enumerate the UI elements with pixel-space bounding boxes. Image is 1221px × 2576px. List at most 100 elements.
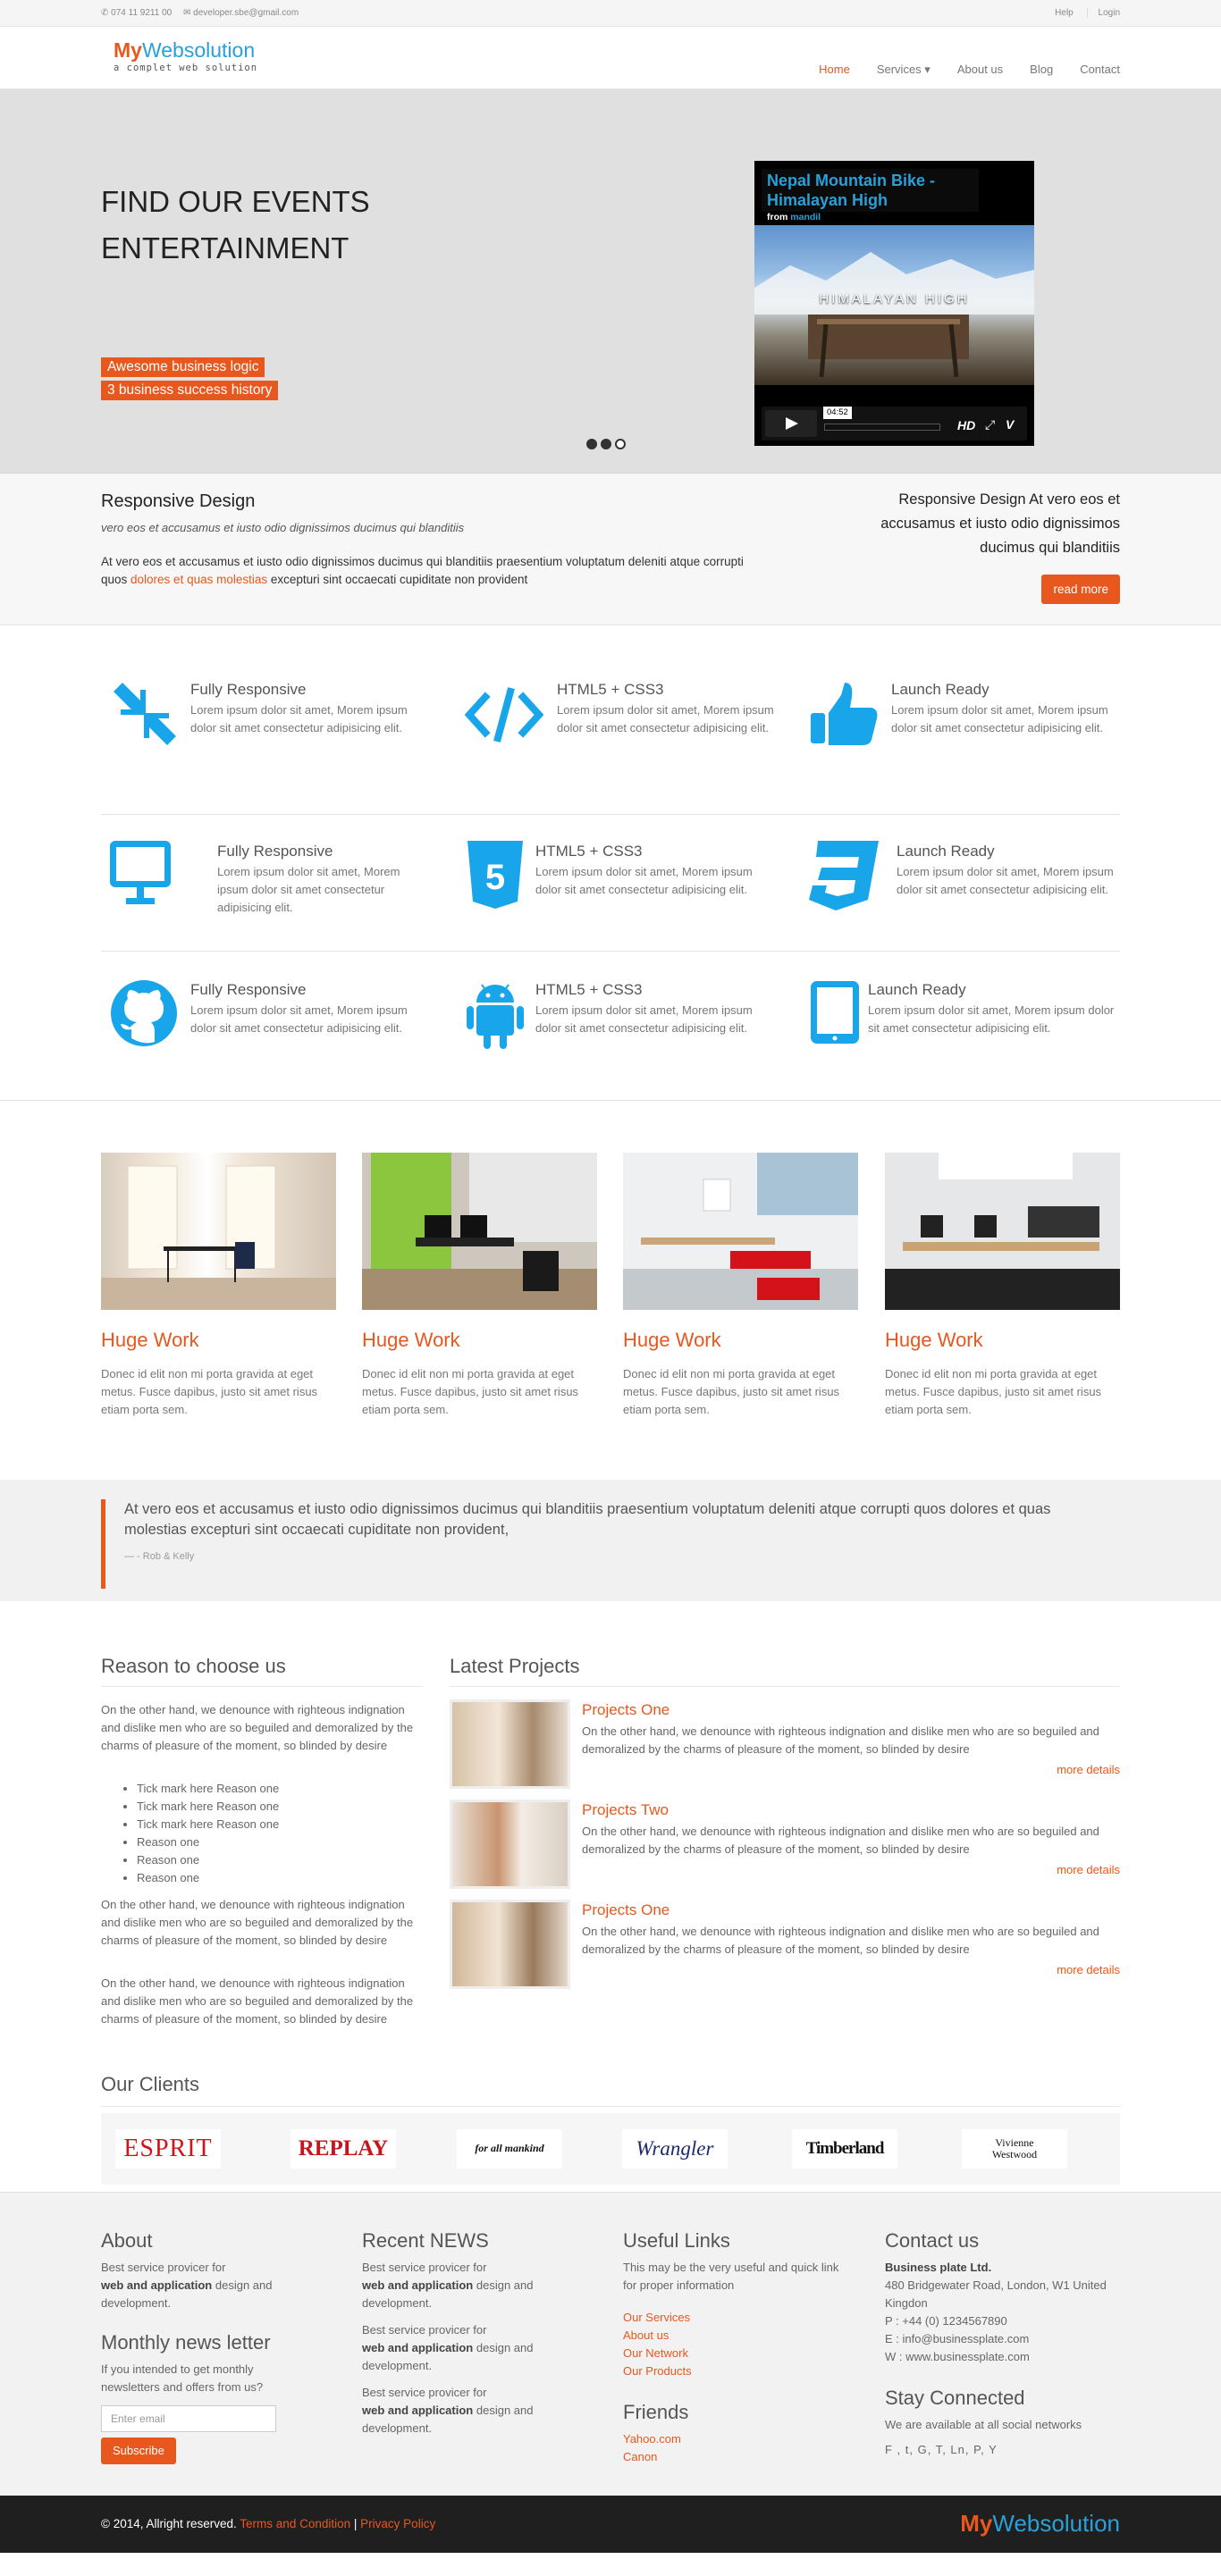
news-item[interactable]: Best service provicer for web and applica… bbox=[362, 2384, 568, 2438]
more-details-link[interactable]: more details bbox=[1057, 1862, 1120, 1879]
more-details-link[interactable]: more details bbox=[1057, 1762, 1120, 1779]
contact-title: Contact us bbox=[885, 2229, 980, 2252]
project-image[interactable] bbox=[450, 1900, 570, 1989]
footer-link-services[interactable]: Our Services bbox=[623, 2309, 846, 2327]
help-link[interactable]: Help bbox=[1044, 8, 1074, 18]
project-text: On the other hand, we denounce with righ… bbox=[582, 1925, 1099, 1956]
client-logo-replay[interactable]: REPLAY bbox=[291, 2129, 396, 2169]
footer-about-bold: web and application bbox=[101, 2278, 213, 2292]
video-title[interactable]: Nepal Mountain Bike - Himalayan High bbox=[762, 169, 979, 212]
site-logo[interactable]: MyWebsolution a complet web solution bbox=[101, 27, 257, 89]
quote-text: At vero eos et accusamus et iusto odio d… bbox=[124, 1501, 1051, 1538]
news-bold: web and application bbox=[362, 2403, 474, 2417]
main-navbar: MyWebsolution a complet web solution Hom… bbox=[0, 27, 1221, 89]
logo-brand: Websolution bbox=[141, 38, 256, 62]
work-title[interactable]: Huge Work bbox=[885, 1326, 1120, 1355]
phone-number: 074 11 9211 00 bbox=[111, 7, 173, 18]
project-title[interactable]: Projects One bbox=[582, 1699, 669, 1722]
video-progress-bar[interactable] bbox=[824, 424, 940, 431]
reason-paragraph: On the other hand, we denounce with righ… bbox=[101, 1976, 414, 2026]
footer: About Best service provicer for web and a… bbox=[0, 2192, 1221, 2496]
work-image[interactable] bbox=[101, 1153, 336, 1310]
work-card[interactable]: Huge Work Donec id elit non mi porta gra… bbox=[101, 1153, 336, 1419]
subscribe-button[interactable]: Subscribe bbox=[101, 2437, 176, 2464]
hd-toggle[interactable]: HD bbox=[957, 416, 975, 434]
logo-tagline: a complet web solution bbox=[114, 63, 258, 73]
work-title[interactable]: Huge Work bbox=[623, 1326, 858, 1355]
footer-links: Useful Links This may be the very useful… bbox=[623, 2227, 846, 2466]
nav-blog[interactable]: Blog bbox=[1030, 62, 1053, 79]
client-name: Timberland bbox=[805, 2139, 885, 2159]
footer-link-about[interactable]: About us bbox=[623, 2327, 846, 2345]
slider-dot-1[interactable] bbox=[586, 439, 597, 449]
news-item[interactable]: Best service provicer for web and applica… bbox=[362, 2259, 568, 2312]
client-name: REPLAY bbox=[298, 2135, 389, 2161]
footer-link-network[interactable]: Our Network bbox=[623, 2345, 846, 2362]
nav-about[interactable]: About us bbox=[957, 62, 1003, 79]
slider-dot-3[interactable] bbox=[615, 439, 626, 449]
project-image[interactable] bbox=[450, 1800, 570, 1889]
email-address[interactable]: developer.sbe@gmail.com bbox=[193, 8, 299, 18]
clients-section: Our Clients ESPRIT REPLAY for all mankin… bbox=[0, 2070, 1221, 2192]
contact-web[interactable]: W : www.businessplate.com bbox=[885, 2350, 1030, 2363]
work-card[interactable]: Huge Work Donec id elit non mi porta gra… bbox=[623, 1153, 858, 1419]
footer-logo[interactable]: MyWebsolution bbox=[960, 2507, 1120, 2541]
more-details-link[interactable]: more details bbox=[1057, 1962, 1120, 1979]
read-more-button[interactable]: read more bbox=[1041, 575, 1120, 604]
work-title[interactable]: Huge Work bbox=[101, 1326, 336, 1355]
work-image[interactable] bbox=[623, 1153, 858, 1310]
contact-company: Business plate Ltd. bbox=[885, 2260, 992, 2274]
newsletter-text: If you intended to get monthly newslette… bbox=[101, 2362, 264, 2394]
intro-link[interactable]: dolores et quas molestias bbox=[131, 573, 267, 586]
friend-link-yahoo[interactable]: Yahoo.com bbox=[623, 2430, 846, 2448]
footer-logo-my: My bbox=[960, 2510, 993, 2538]
reason-title: Reason to choose us bbox=[101, 1652, 423, 1687]
nav-contact[interactable]: Contact bbox=[1080, 62, 1120, 79]
contact-details: Business plate Ltd. 480 Bridgewater Road,… bbox=[885, 2259, 1120, 2366]
vimeo-icon[interactable]: V bbox=[1006, 415, 1014, 433]
client-logo-esprit[interactable]: ESPRIT bbox=[115, 2129, 221, 2169]
social-icons[interactable]: F , t, G, T, Ln, P, Y bbox=[885, 2441, 1120, 2459]
logo-my: My bbox=[114, 38, 142, 62]
work-title[interactable]: Huge Work bbox=[362, 1326, 597, 1355]
video-from-label: from bbox=[767, 212, 788, 222]
project-image[interactable] bbox=[450, 1699, 570, 1789]
nav-services[interactable]: Services ▾ bbox=[877, 62, 930, 79]
newsletter-email-input[interactable]: Enter email bbox=[101, 2404, 276, 2432]
footer-link-products[interactable]: Our Products bbox=[623, 2362, 846, 2380]
contact-info: ✆ 074 11 9211 00 ✉ developer.sbe@gmail.c… bbox=[101, 7, 307, 21]
friend-link-canon[interactable]: Canon bbox=[623, 2448, 846, 2466]
client-name: Vivienne Westwood bbox=[991, 2136, 1038, 2161]
project-title[interactable]: Projects Two bbox=[582, 1800, 669, 1822]
work-card[interactable]: Huge Work Donec id elit non mi porta gra… bbox=[885, 1153, 1120, 1419]
hero-tags: Awesome business logic 3 business succes… bbox=[101, 357, 279, 404]
client-logo-vivienne-westwood[interactable]: Vivienne Westwood bbox=[962, 2129, 1067, 2169]
project-title[interactable]: Projects One bbox=[582, 1900, 669, 1922]
tablet-icon bbox=[811, 981, 859, 1044]
footer-news: Recent NEWS Best service provicer for web… bbox=[362, 2227, 568, 2438]
privacy-link[interactable]: Privacy Policy bbox=[360, 2517, 435, 2530]
play-button[interactable] bbox=[765, 410, 817, 437]
client-logo-for-all-mankind[interactable]: for all mankind bbox=[457, 2129, 562, 2169]
main-menu: Home Services ▾ About us Blog Contact bbox=[792, 27, 1120, 89]
work-image[interactable] bbox=[362, 1153, 597, 1310]
feature-row: Fully Responsive Lorem ipsum dolor sit a… bbox=[101, 952, 1120, 1088]
login-link[interactable]: Login bbox=[1086, 7, 1120, 18]
slider-dot-2[interactable] bbox=[601, 439, 611, 449]
terms-link[interactable]: Terms and Condition bbox=[240, 2517, 350, 2530]
work-card[interactable]: Huge Work Donec id elit non mi porta gra… bbox=[362, 1153, 597, 1419]
work-image[interactable] bbox=[885, 1153, 1120, 1310]
footer-logo-brand: Websolution bbox=[992, 2510, 1120, 2538]
contact-email[interactable]: E : info@businessplate.com bbox=[885, 2332, 1029, 2345]
client-name: ESPRIT bbox=[123, 2134, 213, 2162]
video-player[interactable]: Nepal Mountain Bike - Himalayan High fro… bbox=[754, 161, 1034, 446]
video-author[interactable]: mandil bbox=[790, 212, 821, 222]
client-logo-wrangler[interactable]: Wrangler bbox=[622, 2129, 728, 2169]
fullscreen-icon[interactable]: ⤢ bbox=[985, 415, 995, 433]
nav-home[interactable]: Home bbox=[819, 62, 850, 79]
news-item[interactable]: Best service provicer for web and applica… bbox=[362, 2321, 568, 2375]
reason-paragraph: On the other hand, we denounce with righ… bbox=[101, 1703, 414, 1752]
feature-row: Fully Responsive Lorem ipsum dolor sit a… bbox=[101, 679, 1120, 815]
client-logo-timberland[interactable]: Timberland bbox=[792, 2129, 897, 2169]
reason-projects-section: Reason to choose us On the other hand, w… bbox=[0, 1601, 1221, 2070]
